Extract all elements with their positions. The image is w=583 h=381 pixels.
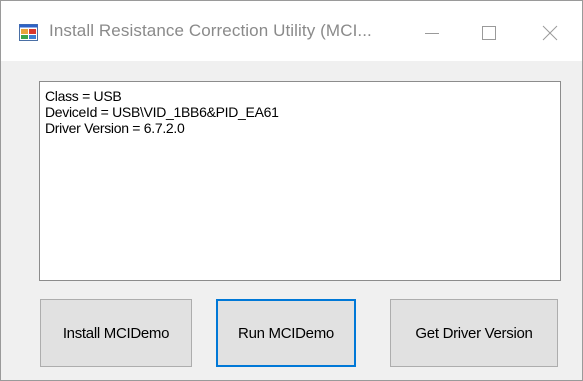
- output-line-driver-version: Driver Version = 6.7.2.0: [45, 120, 185, 136]
- app-window-icon: [19, 24, 38, 41]
- output-line-class: Class = USB: [45, 88, 122, 104]
- minimize-button[interactable]: [399, 1, 459, 61]
- minimize-icon: [425, 33, 439, 34]
- get-driver-version-button[interactable]: Get Driver Version: [390, 299, 558, 367]
- app-window: Install Resistance Correction Utility (M…: [0, 0, 583, 381]
- close-button[interactable]: [521, 1, 581, 61]
- title-bar[interactable]: Install Resistance Correction Utility (M…: [1, 1, 582, 61]
- output-textbox[interactable]: Class = USB DeviceId = USB\VID_1BB6&PID_…: [39, 81, 561, 281]
- output-line-device-id: DeviceId = USB\VID_1BB6&PID_EA61: [45, 104, 279, 120]
- run-mcidemo-button[interactable]: Run MCIDemo: [216, 299, 356, 367]
- install-mcidemo-button[interactable]: Install MCIDemo: [40, 299, 192, 367]
- maximize-icon: [482, 26, 496, 40]
- maximize-button[interactable]: [459, 1, 519, 61]
- window-title: Install Resistance Correction Utility (M…: [49, 21, 372, 40]
- close-icon: [542, 25, 558, 41]
